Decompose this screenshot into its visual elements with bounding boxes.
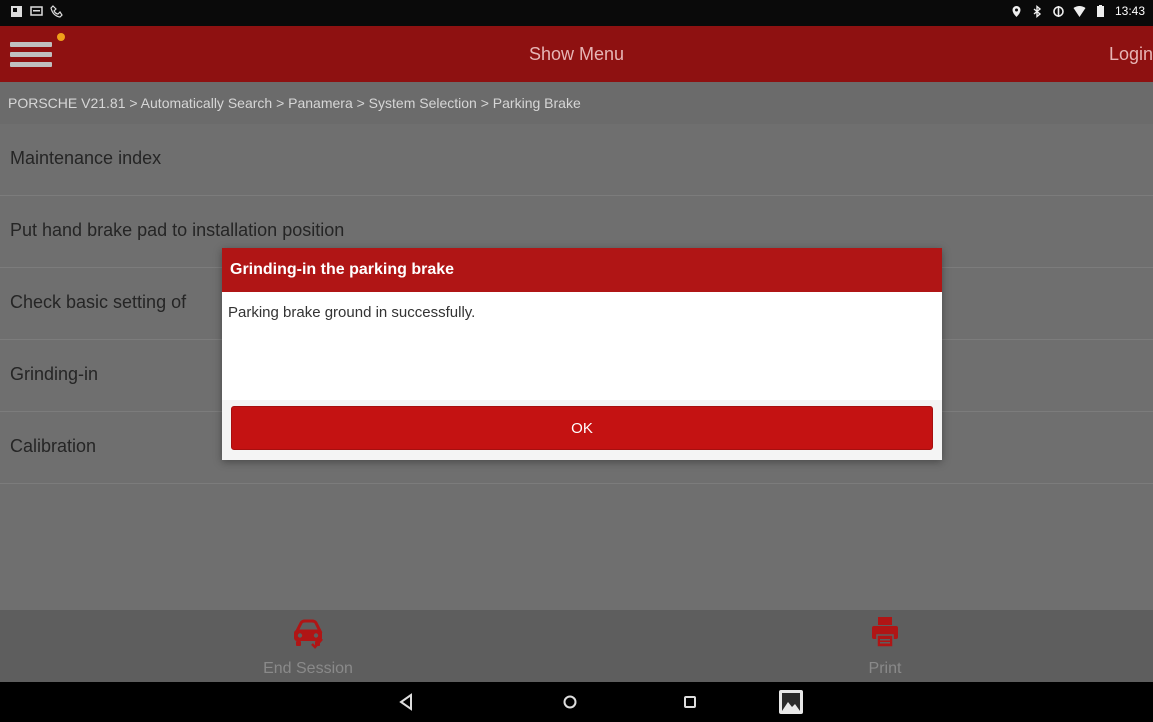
home-icon[interactable] (559, 691, 581, 713)
print-button[interactable]: Print (785, 610, 985, 682)
message-icon (30, 6, 43, 16)
battery-icon (1096, 4, 1104, 17)
end-session-button[interactable]: End Session (208, 610, 408, 682)
status-time: 13:43 (1114, 4, 1145, 18)
screenshot-icon[interactable] (778, 689, 804, 715)
end-session-label: End Session (263, 660, 353, 677)
app-screen: 13:43 Show Menu Login PORSCHE V21.81 > A… (0, 0, 1153, 722)
show-menu-title[interactable]: Show Menu (0, 44, 1153, 65)
list-item-label: Put hand brake pad to installation posit… (10, 220, 345, 240)
title-bar: Show Menu Login (0, 26, 1153, 82)
bottom-action-bar: End Session Print (0, 610, 1153, 682)
car-icon (294, 619, 323, 649)
notification-dot (57, 33, 65, 41)
location-icon (1012, 5, 1021, 17)
grinding-in-dialog: Grinding-in the parking brake Parking br… (222, 248, 942, 460)
dialog-footer: OK (222, 400, 942, 460)
login-button[interactable]: Login (1109, 44, 1153, 65)
bluetooth-icon (1033, 4, 1042, 18)
hamburger-menu-icon[interactable] (8, 36, 58, 72)
status-icons-right: 13:43 (1010, 4, 1145, 18)
printer-icon (872, 617, 898, 648)
list-item-label: Check basic setting of (10, 292, 187, 312)
recents-icon[interactable] (680, 691, 700, 713)
sync-icon (1053, 5, 1064, 17)
list-item-label: Calibration (10, 436, 97, 456)
back-icon[interactable] (396, 691, 416, 713)
navigation-bar (0, 682, 1153, 722)
breadcrumb: PORSCHE V21.81 > Automatically Search > … (0, 82, 1153, 124)
list-item-maintenance-index[interactable]: Maintenance index (0, 124, 1153, 196)
ok-button[interactable]: OK (231, 406, 933, 450)
print-label: Print (868, 660, 902, 677)
wifi-icon (1073, 5, 1086, 17)
list-item-label: Grinding-in (10, 364, 99, 384)
phone-icon (50, 5, 63, 18)
dialog-message: Parking brake ground in successfully. (228, 304, 476, 321)
dialog-title: Grinding-in the parking brake (222, 248, 942, 292)
list-item-label: Maintenance index (10, 148, 162, 168)
status-bar: 13:43 (0, 0, 1153, 26)
notification-icon (11, 6, 22, 17)
status-icons-left (10, 5, 63, 18)
